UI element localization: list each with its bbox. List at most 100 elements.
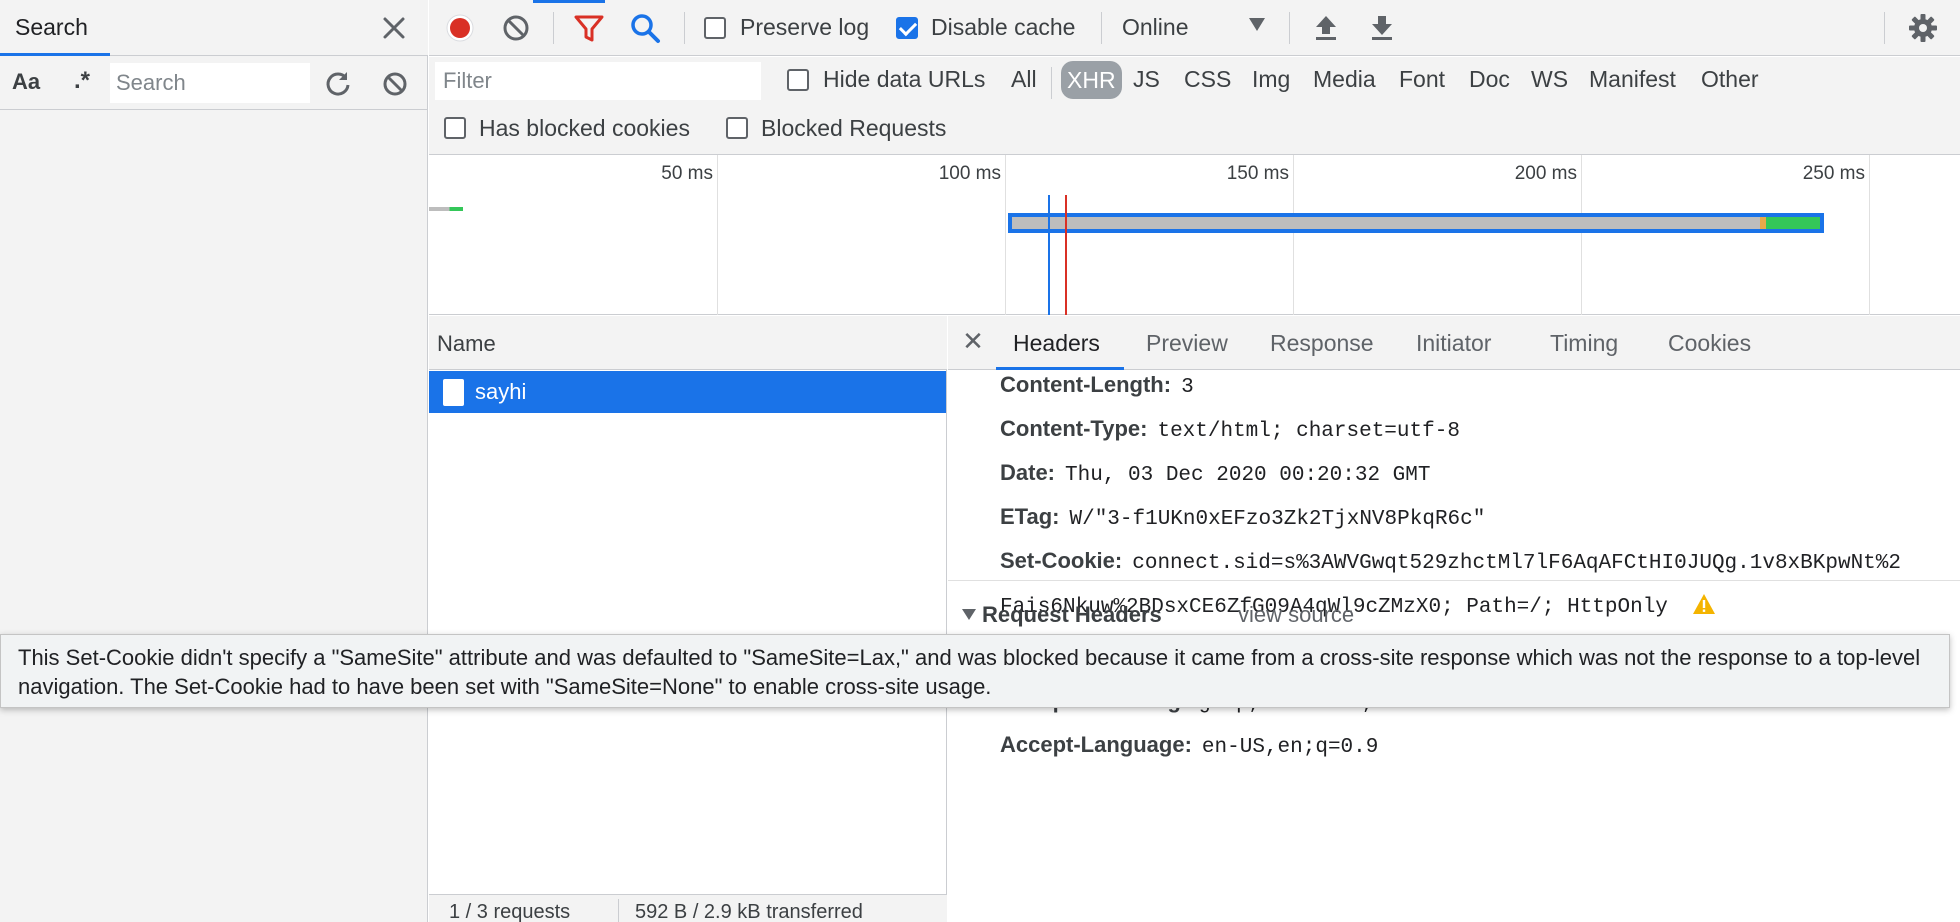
request-headers-section-toggle[interactable]: Request Headers xyxy=(962,602,1162,628)
tab-initiator[interactable]: Initiator xyxy=(1416,330,1491,357)
tick-label: 100 ms xyxy=(938,163,1001,184)
network-toolbar: Preserve log Disable cache Online xyxy=(429,0,1960,56)
type-filter-font[interactable]: Font xyxy=(1399,66,1445,93)
blocked-requests-label: Blocked Requests xyxy=(761,115,947,141)
export-har-icon[interactable] xyxy=(1366,12,1398,44)
header-value: 3 xyxy=(1181,376,1194,399)
header-value: connect.sid=s%3AWVGwqt529zhctMl7lF6AqAFC… xyxy=(1132,552,1901,575)
type-filter-css[interactable]: CSS xyxy=(1184,66,1231,93)
network-panel: Preserve log Disable cache Online Filter… xyxy=(429,0,1960,922)
close-icon[interactable] xyxy=(380,14,408,42)
toolbar-separator xyxy=(1101,12,1102,44)
tab-timing[interactable]: Timing xyxy=(1550,330,1618,357)
status-separator xyxy=(618,899,619,922)
close-icon[interactable]: ✕ xyxy=(958,326,988,357)
tab-cookies[interactable]: Cookies xyxy=(1668,330,1751,357)
grid-line xyxy=(1293,155,1294,315)
disable-cache-checkbox[interactable] xyxy=(896,17,918,39)
type-filter-other[interactable]: Other xyxy=(1701,66,1759,93)
view-source-link[interactable]: view source xyxy=(1238,602,1354,628)
request-count: 1 / 3 requests xyxy=(449,901,571,922)
type-filter-xhr[interactable]: XHR xyxy=(1061,61,1122,99)
gear-icon[interactable] xyxy=(1907,12,1939,44)
clear-log-icon[interactable] xyxy=(500,12,532,44)
active-tab-indicator xyxy=(996,367,1124,370)
tick-label: 200 ms xyxy=(1514,163,1577,184)
header-key: Content-Length: xyxy=(1000,372,1172,397)
type-filter-img[interactable]: Img xyxy=(1252,66,1290,93)
header-key: Content-Type: xyxy=(1000,416,1148,441)
document-icon xyxy=(443,379,464,406)
import-har-icon[interactable] xyxy=(1310,12,1342,44)
request-details: ✕ Headers Preview Response Initiator Tim… xyxy=(948,316,1960,922)
filter-bar: Hide data URLs All XHR JS CSS Img Media … xyxy=(429,57,1960,107)
response-header-row: Date: Thu, 03 Dec 2020 00:20:32 GMT xyxy=(1000,460,1430,487)
tab-response[interactable]: Response xyxy=(1270,330,1374,357)
blocked-requests-checkbox[interactable] xyxy=(726,117,748,139)
tick-label: 250 ms xyxy=(1802,163,1865,184)
header-value: W/"3-f1UKn0xEFzo3Zk2TjxNV8PkqR6c" xyxy=(1069,508,1486,531)
toolbar-separator xyxy=(553,12,554,44)
blocked-filter-bar: Has blocked cookies Blocked Requests xyxy=(429,107,1960,155)
type-filter-js[interactable]: JS xyxy=(1133,66,1160,93)
toolbar-separator xyxy=(684,12,685,44)
download-segment xyxy=(1766,217,1820,229)
throttling-select[interactable]: Online xyxy=(1122,14,1188,41)
chevron-down-icon[interactable] xyxy=(1249,18,1265,31)
active-indicator xyxy=(533,0,605,3)
response-header-row: Set-Cookie: connect.sid=s%3AWVGwqt529zhct… xyxy=(1000,548,1960,575)
hide-data-urls-checkbox[interactable] xyxy=(787,69,809,91)
match-case-toggle[interactable]: Aa xyxy=(12,69,40,95)
search-input[interactable] xyxy=(110,63,310,103)
name-column-header[interactable]: Name xyxy=(429,316,947,370)
clear-icon[interactable] xyxy=(380,69,410,99)
has-blocked-cookies-checkbox[interactable] xyxy=(444,117,466,139)
disable-cache-label: Disable cache xyxy=(931,14,1076,40)
section-divider xyxy=(948,580,1960,581)
hide-data-urls-label: Hide data URLs xyxy=(823,66,986,92)
caret-down-icon xyxy=(962,609,976,620)
overview-timeline[interactable]: 50 ms 100 ms 150 ms 200 ms 250 ms xyxy=(429,155,1960,315)
load-event-marker xyxy=(1065,195,1067,315)
record-icon[interactable] xyxy=(444,12,476,44)
preserve-log-checkbox[interactable] xyxy=(704,17,726,39)
grid-line xyxy=(717,155,718,315)
filter-input[interactable] xyxy=(435,62,761,100)
tab-headers[interactable]: Headers xyxy=(1013,330,1100,357)
details-tabbar: ✕ Headers Preview Response Initiator Tim… xyxy=(948,316,1960,370)
refresh-icon[interactable] xyxy=(323,69,353,99)
search-tab[interactable]: Search xyxy=(0,0,110,56)
search-panel: Search Aa .* xyxy=(0,0,428,922)
request-list: Name sayhi 1 / 3 requests 592 B / 2.9 kB… xyxy=(429,316,947,922)
type-filter-all[interactable]: All xyxy=(1011,66,1037,93)
request-bar-selected xyxy=(1008,213,1824,233)
response-header-row: ETag: W/"3-f1UKn0xEFzo3Zk2TjxNV8PkqR6c" xyxy=(1000,504,1485,531)
header-key: Set-Cookie: xyxy=(1000,548,1123,573)
filter-icon[interactable] xyxy=(573,12,605,44)
request-row[interactable]: sayhi xyxy=(429,371,946,413)
regex-toggle[interactable]: .* xyxy=(74,67,90,95)
cookie-warning-tooltip: This Set-Cookie didn't specify a "SameSi… xyxy=(0,634,1950,708)
grid-line xyxy=(1581,155,1582,315)
header-value: text/html; charset=utf-8 xyxy=(1157,420,1460,443)
response-header-row: Content-Length: 3 xyxy=(1000,372,1194,399)
type-filter-media[interactable]: Media xyxy=(1313,66,1376,93)
status-bar: 1 / 3 requests 592 B / 2.9 kB transferre… xyxy=(429,894,947,922)
dom-content-loaded-marker xyxy=(1048,195,1050,315)
request-headers-title: Request Headers xyxy=(982,602,1162,627)
search-toolbar: Aa .* xyxy=(0,57,428,110)
header-key: ETag: xyxy=(1000,504,1060,529)
header-value: en-US,en;q=0.9 xyxy=(1201,736,1379,759)
tab-preview[interactable]: Preview xyxy=(1146,330,1228,357)
header-value: Thu, 03 Dec 2020 00:20:32 GMT xyxy=(1065,464,1431,487)
tick-label: 50 ms xyxy=(661,163,713,184)
type-filter-manifest[interactable]: Manifest xyxy=(1589,66,1676,93)
request-header-row: Accept-Language: en-US,en;q=0.9 xyxy=(1000,732,1378,759)
type-filter-ws[interactable]: WS xyxy=(1531,66,1568,93)
type-filter-doc[interactable]: Doc xyxy=(1469,66,1510,93)
search-icon[interactable] xyxy=(629,12,661,44)
preserve-log-label: Preserve log xyxy=(740,14,870,40)
warning-icon[interactable] xyxy=(1692,593,1716,615)
header-key: Date: xyxy=(1000,460,1056,485)
request-name: sayhi xyxy=(475,379,527,404)
